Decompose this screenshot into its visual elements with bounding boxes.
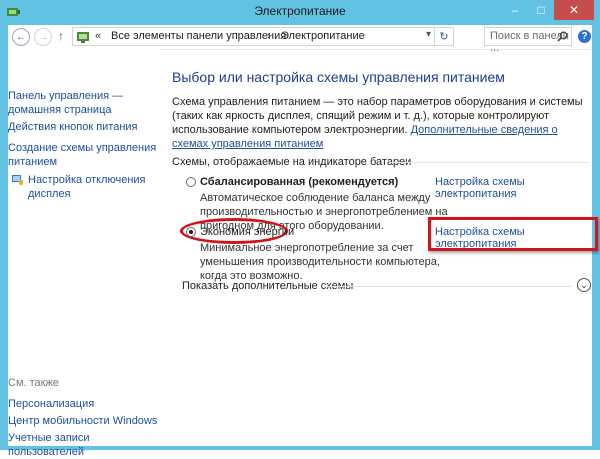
breadcrumb-separator-icon[interactable]: › xyxy=(267,30,271,42)
sidebar-link-power-buttons[interactable]: Действия кнопок питания xyxy=(8,120,138,134)
expand-chevron-icon[interactable]: ⌄ xyxy=(577,278,591,292)
client-area: ← → ↑ « Все элементы панели управления ›… xyxy=(8,25,598,458)
title-bar: Электропитание – □ ✕ xyxy=(0,0,600,25)
plan-power-saver-description: Минимальное энергопотребление за счет ум… xyxy=(200,242,440,282)
page-title: Выбор или настройка схемы управления пит… xyxy=(172,69,505,85)
plan-power-saver-name[interactable]: Экономия энергии xyxy=(200,226,294,238)
breadcrumb-power-options[interactable]: Электропитание xyxy=(281,30,365,42)
help-icon[interactable]: ? xyxy=(578,30,591,43)
maximize-button[interactable]: □ xyxy=(528,0,554,20)
sidebar-link-create-plan[interactable]: Создание схемы управления питанием xyxy=(8,141,156,169)
plan-power-saver-radio[interactable] xyxy=(186,227,196,237)
battery-plans-heading: Схемы, отображаемые на индикаторе батаре… xyxy=(172,156,412,168)
sidebar-link-display-off[interactable]: Настройка отключения дисплея xyxy=(28,173,146,201)
close-button[interactable]: ✕ xyxy=(554,0,594,20)
minimize-button[interactable]: – xyxy=(502,0,528,20)
control-panel-icon xyxy=(76,30,90,44)
refresh-button[interactable]: ↻ xyxy=(434,28,453,45)
back-button[interactable]: ← xyxy=(12,28,30,46)
divider xyxy=(324,286,572,287)
search-icon xyxy=(557,31,568,42)
sidebar-link-user-accounts[interactable]: Учетные записи пользователей xyxy=(8,431,90,459)
sidebar: Панель управления — домашняя страница Де… xyxy=(8,49,161,458)
address-bar: ← → ↑ « Все элементы панели управления ›… xyxy=(8,25,592,54)
see-also-heading: См. также xyxy=(8,377,59,389)
plan-power-saver-settings-link[interactable]: Настройка схемы электропитания xyxy=(435,226,592,250)
sidebar-link-personalization[interactable]: Персонализация xyxy=(8,397,94,411)
display-shield-icon xyxy=(10,173,24,187)
main-content: Выбор или настройка схемы управления пит… xyxy=(172,49,598,446)
sidebar-link-control-panel-home[interactable]: Панель управления — домашняя страница xyxy=(8,89,123,117)
divider xyxy=(390,162,590,163)
window: Электропитание – □ ✕ ← → ↑ « Все элемент… xyxy=(0,0,600,458)
page-description: Схема управления питанием — это набор па… xyxy=(172,95,592,151)
plan-balanced-name[interactable]: Сбалансированная (рекомендуется) xyxy=(200,176,398,188)
up-button[interactable]: ↑ xyxy=(58,29,64,43)
forward-button[interactable]: → xyxy=(34,28,52,46)
overflow-chevron-icon[interactable]: « xyxy=(95,30,101,42)
search-input[interactable]: Поиск в панели ... xyxy=(484,27,572,54)
breadcrumb-all-items[interactable]: Все элементы панели управления xyxy=(111,30,286,42)
address-dropdown-icon[interactable]: ▾ xyxy=(426,29,431,40)
sidebar-link-mobility-center[interactable]: Центр мобильности Windows xyxy=(8,414,157,428)
plan-balanced-settings-link[interactable]: Настройка схемы электропитания xyxy=(435,176,592,200)
address-field[interactable]: « Все элементы панели управления › Элект… xyxy=(72,27,454,46)
plan-balanced-radio[interactable] xyxy=(186,177,196,187)
